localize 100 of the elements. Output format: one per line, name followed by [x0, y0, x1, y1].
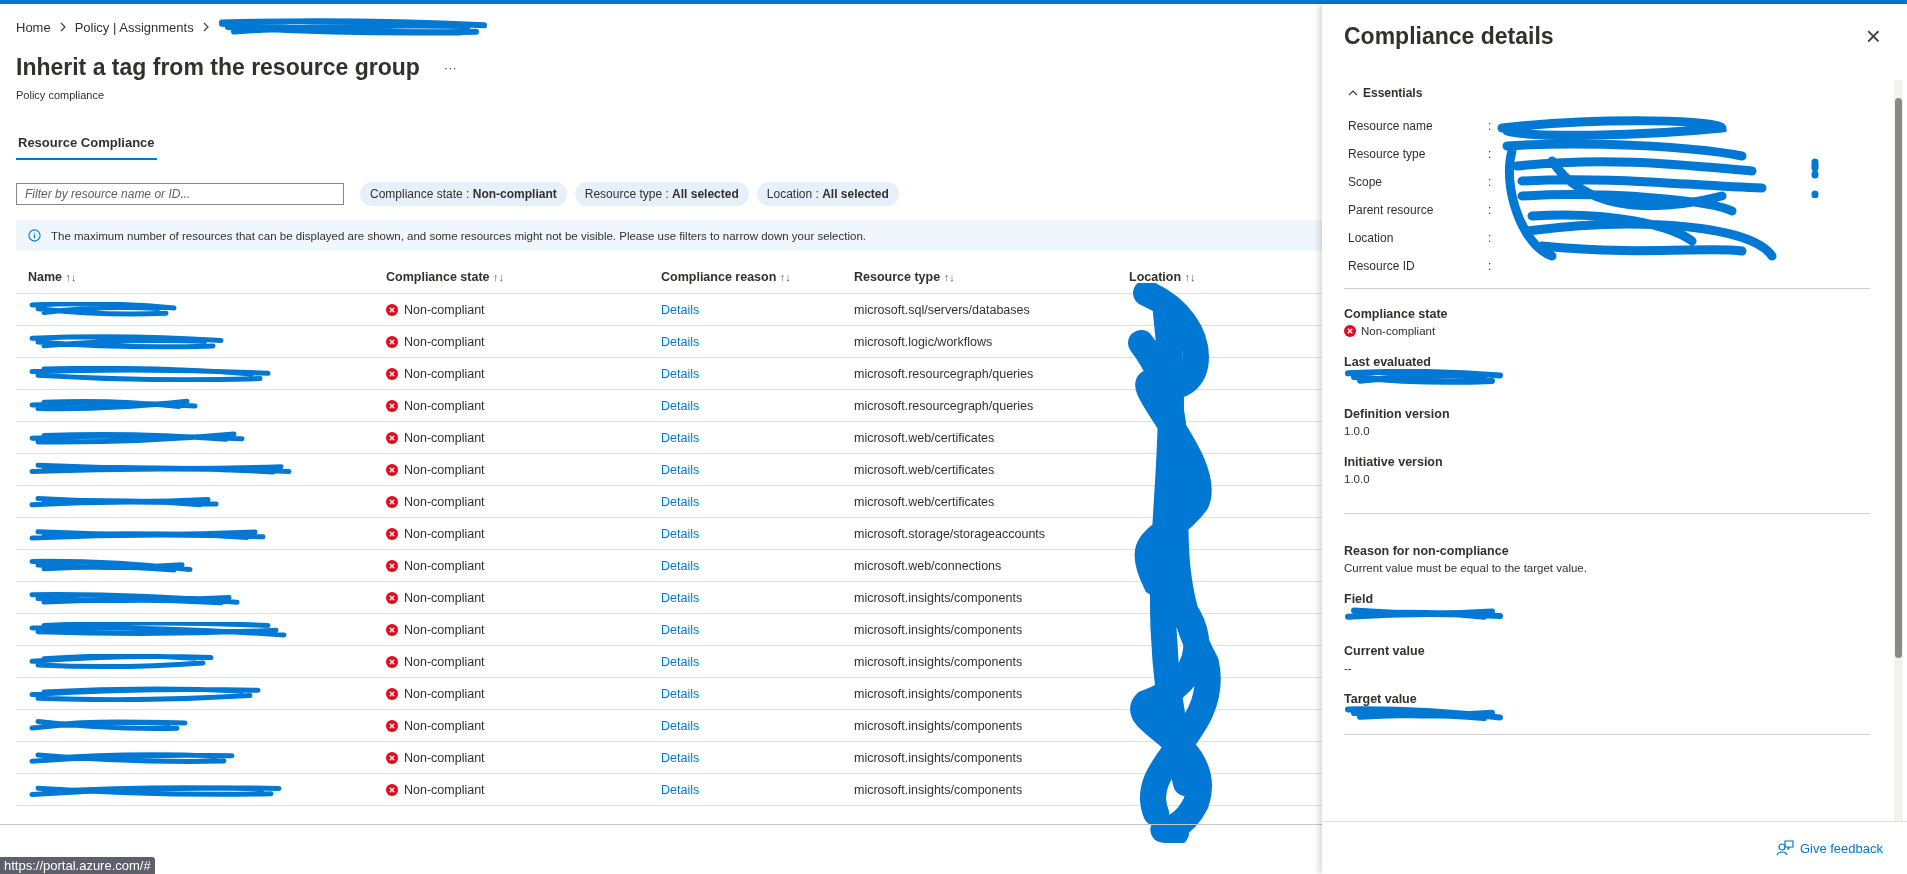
filter-pill[interactable]: Location : All selected	[756, 182, 899, 206]
details-link[interactable]: Details	[661, 494, 700, 509]
section-label: Compliance state	[1344, 307, 1449, 321]
column-header[interactable]: Compliance reason ↑↓	[661, 270, 854, 284]
filter-pill[interactable]: Resource type : All selected	[574, 182, 749, 206]
redaction-dots	[1811, 158, 1819, 198]
table-cell-text: microsoft.sql/servers/databases	[854, 302, 1031, 317]
feedback-link[interactable]: Give feedback	[1775, 839, 1883, 857]
status-text: Non-compliant	[404, 430, 485, 445]
colon: :	[1488, 147, 1492, 161]
caret-icon	[1348, 89, 1358, 97]
status-text: Non-compliant	[404, 334, 485, 349]
close-button[interactable]: ×	[1865, 23, 1881, 49]
table-cell-text: microsoft.insights/components	[854, 654, 1024, 669]
colon: :	[1488, 175, 1492, 189]
details-link[interactable]: Details	[661, 750, 700, 765]
status-url: https://portal.azure.com/#	[0, 857, 155, 874]
error-icon	[386, 783, 398, 796]
panel-title: Compliance details	[1344, 22, 1554, 50]
info-icon	[28, 229, 41, 242]
field-label: Resource ID	[1347, 259, 1416, 273]
table-cell-text: microsoft.insights/components	[854, 590, 1024, 605]
section-label: Field	[1344, 592, 1375, 606]
details-link[interactable]: Details	[661, 462, 700, 477]
field-label: Resource type	[1347, 147, 1427, 161]
table-cell-text: microsoft.insights/components	[854, 718, 1024, 733]
error-icon	[386, 687, 398, 700]
column-header[interactable]: Resource type ↑↓	[854, 270, 1129, 284]
section-value: Non-compliant	[1361, 325, 1436, 337]
details-link[interactable]: Details	[661, 558, 700, 573]
status-text: Non-compliant	[404, 718, 485, 733]
status-text: Non-compliant	[404, 686, 485, 701]
field-label: Scope	[1347, 175, 1384, 189]
details-link[interactable]: Details	[661, 302, 700, 317]
essentials-toggle[interactable]: Essentials	[1348, 86, 1423, 100]
section-value: --	[1344, 662, 1353, 674]
column-header[interactable]: Compliance state ↑↓	[386, 270, 661, 284]
error-icon	[386, 623, 398, 636]
section-label: Last evaluated	[1344, 355, 1432, 369]
table-cell-text: microsoft.insights/components	[854, 782, 1024, 797]
more-button[interactable]: ···	[443, 60, 457, 75]
column-header[interactable]: Location ↑↓	[1129, 270, 1249, 284]
status-text: Non-compliant	[404, 558, 485, 573]
section-value: Current value must be equal to the target value.	[1344, 562, 1588, 574]
page-title: Inherit a tag from the resource group	[16, 54, 420, 81]
breadcrumb-link[interactable]: Home	[16, 19, 51, 35]
tab[interactable]: Resource Compliance	[16, 135, 157, 160]
table-cell-text: microsoft.resourcegraph/queries	[854, 366, 1035, 381]
breadcrumb-link[interactable]: Policy | Assignments	[74, 19, 194, 35]
section-label: Reason for non-compliance	[1344, 544, 1510, 558]
error-icon	[386, 463, 398, 476]
filter-pill[interactable]: Compliance state : Non-compliant	[360, 182, 567, 206]
details-link[interactable]: Details	[661, 366, 700, 381]
table-cell-text: microsoft.web/certificates	[854, 462, 996, 477]
details-link[interactable]: Details	[661, 686, 700, 701]
section-label: Target value	[1344, 692, 1418, 706]
table-cell-text: microsoft.logic/workflows	[854, 334, 994, 349]
error-icon	[386, 303, 398, 316]
status-text: Non-compliant	[404, 590, 485, 605]
table-cell-text: microsoft.web/certificates	[854, 430, 996, 445]
error-icon	[386, 335, 398, 348]
details-link[interactable]: Details	[661, 526, 700, 541]
page-subtitle: Policy compliance	[16, 89, 106, 101]
error-icon	[386, 495, 398, 508]
details-link[interactable]: Details	[661, 718, 700, 733]
section-value: 1.0.0	[1344, 473, 1371, 485]
details-link[interactable]: Details	[661, 622, 700, 637]
details-link[interactable]: Details	[661, 590, 700, 605]
error-icon	[386, 527, 398, 540]
field-label: Parent resource	[1347, 203, 1435, 217]
status-text: Non-compliant	[404, 526, 485, 541]
colon: :	[1488, 231, 1492, 245]
scrollbar[interactable]	[1894, 80, 1903, 821]
colon: :	[1488, 259, 1492, 273]
table-cell-text: microsoft.web/certificates	[854, 494, 996, 509]
table-cell-text: microsoft.web/connections	[854, 558, 1003, 573]
error-icon	[386, 559, 398, 572]
section-value: 1.0.0	[1344, 425, 1371, 437]
status-text: Non-compliant	[404, 622, 485, 637]
status-text: Non-compliant	[404, 398, 485, 413]
column-header[interactable]: Name ↑↓	[16, 270, 386, 284]
details-link[interactable]: Details	[661, 334, 700, 349]
details-link[interactable]: Details	[661, 398, 700, 413]
section-label: Initiative version	[1344, 455, 1444, 469]
error-icon	[386, 399, 398, 412]
field-label: Location	[1347, 231, 1395, 245]
details-link[interactable]: Details	[661, 654, 700, 669]
chevron-icon	[58, 22, 67, 32]
filter-field[interactable]: Filter by resource name or ID...	[16, 183, 344, 205]
field-label: Resource name	[1347, 119, 1434, 133]
error-icon	[386, 591, 398, 604]
status-text: Non-compliant	[404, 750, 485, 765]
details-link[interactable]: Details	[661, 782, 700, 797]
error-icon	[1344, 325, 1356, 337]
section-label: Current value	[1344, 644, 1426, 658]
status-text: Non-compliant	[404, 366, 485, 381]
colon: :	[1488, 119, 1492, 133]
error-icon	[386, 431, 398, 444]
details-link[interactable]: Details	[661, 430, 700, 445]
status-text: Non-compliant	[404, 782, 485, 797]
